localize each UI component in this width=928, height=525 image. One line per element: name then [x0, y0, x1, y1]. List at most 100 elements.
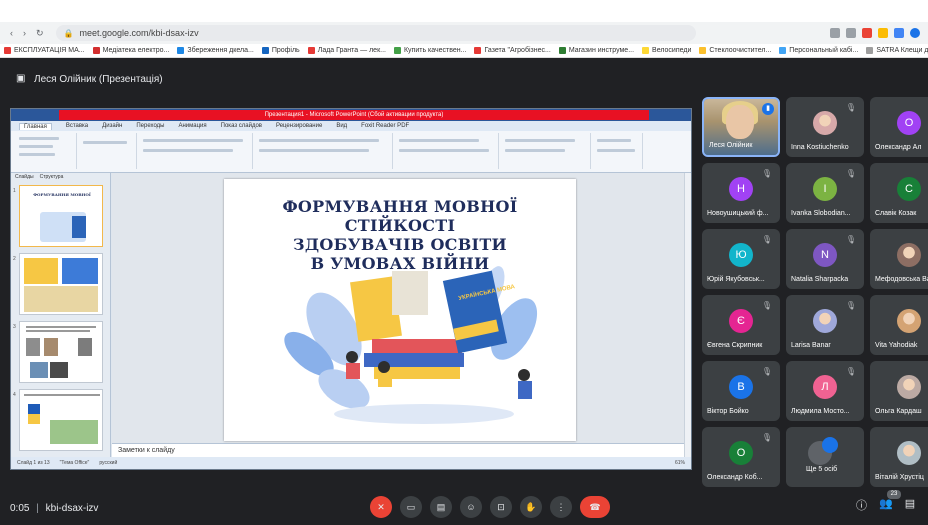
ribbon-tab[interactable]: Вид [336, 123, 347, 129]
panel-tab[interactable]: Слайды [15, 174, 34, 180]
address-bar[interactable]: 🔒 meet.google.com/kbi-dsax-izv [55, 25, 696, 41]
browser-nav: ‹ › ↻ [0, 28, 44, 39]
chat-icon[interactable]: ▤ [905, 497, 915, 513]
reload-icon[interactable]: ↻ [36, 28, 44, 39]
ppt-ribbon [11, 131, 691, 173]
ribbon-tab[interactable]: Главная [19, 122, 52, 130]
mic-muted-icon: 🎙 [761, 301, 772, 310]
ribbon-tab[interactable]: Переходы [136, 123, 164, 129]
bookmark-item[interactable]: Стеклоочистител... [699, 47, 771, 54]
browser-tabstrip [0, 0, 928, 22]
current-slide[interactable]: ФОРМУВАННЯ МОВНОЇ СТІЙКОСТІ ЗДОБУВАЧІВ О… [224, 179, 576, 441]
info-icon[interactable]: ⓘ [856, 497, 867, 513]
participant-tile[interactable]: Віталій Хрустіц [870, 427, 928, 487]
screen: ‹ › ↻ 🔒 meet.google.com/kbi-dsax-izv ЕКС… [0, 0, 928, 525]
bookmark-item[interactable]: Лада Гранта — лек... [307, 47, 386, 54]
bookmark-item[interactable]: Профіль [261, 47, 300, 54]
captions-button[interactable]: ▤ [430, 496, 452, 518]
participant-tile[interactable]: 🎙Vita Yahodiak [870, 295, 928, 355]
panel-tab[interactable]: Структура [40, 174, 64, 180]
vertical-scrollbar[interactable] [684, 173, 691, 457]
mic-muted-icon: 🎙 [845, 235, 856, 244]
ribbon-tab[interactable]: Рецензирование [276, 123, 322, 129]
bookmark-icon [307, 47, 315, 54]
ribbon-tab[interactable]: Вставка [66, 123, 88, 129]
extension-icon[interactable] [878, 28, 888, 38]
mic-muted-icon: 🎙 [761, 235, 772, 244]
emoji-icon: ☺ [466, 502, 476, 512]
participant-tile[interactable]: 🎙 Larisa Banar [786, 295, 864, 355]
present-button[interactable]: ⊡ [490, 496, 512, 518]
clock: 0:05 [10, 503, 30, 514]
participant-tile[interactable]: Ще 5 осіб [786, 427, 864, 487]
participant-tile[interactable]: 🎙 Inna Kostiuchenko [786, 97, 864, 157]
bookmark-item[interactable]: Велосипеди [642, 47, 691, 54]
bookmark-item[interactable]: Збереження дкела... [177, 47, 254, 54]
participant-tile[interactable]: B 🎙 Віктор Бойко [702, 361, 780, 421]
slide-thumbnail[interactable]: 4 [13, 389, 103, 451]
url-text: meet.google.com/kbi-dsax-izv [79, 28, 199, 38]
bookmark-icon [92, 47, 100, 54]
participant-tile[interactable]: ▮ Леся Олійник [702, 97, 780, 157]
avatar: B [729, 375, 753, 399]
participant-tile[interactable]: C🎙Славік Козак [870, 163, 928, 223]
bookmark-label: Медіатека електро... [102, 47, 170, 54]
forward-icon[interactable]: › [23, 28, 26, 39]
participant-tile[interactable]: Л 🎙 Людмила Мосто... [786, 361, 864, 421]
participant-tile[interactable]: I 🎙 Ivanka Slobodian... [786, 163, 864, 223]
extensions [830, 28, 928, 38]
extension-icon[interactable] [846, 28, 856, 38]
zoom-level[interactable]: 61% [675, 460, 685, 466]
extension-icon[interactable] [894, 28, 904, 38]
participant-name: Віктор Бойко [707, 408, 749, 415]
slide-thumbnail[interactable]: 2 [13, 253, 103, 315]
participant-tile[interactable]: Є 🎙 Євгена Скрипник [702, 295, 780, 355]
bookmark-label: Газета "Агробізнес... [484, 47, 551, 54]
ribbon-tab[interactable]: Дизайн [102, 123, 122, 129]
ribbon-tab[interactable]: Показ слайдов [221, 123, 262, 129]
avatar: Л [813, 375, 837, 399]
bookmark-icon [4, 47, 11, 54]
participant-tile[interactable]: O 🎙 Олександр Коб... [702, 427, 780, 487]
avatar: O [897, 111, 921, 135]
thumbnail-number: 3 [13, 324, 16, 330]
participant-tile[interactable]: 🎙Ольга Кардаш [870, 361, 928, 421]
ribbon-tab[interactable]: Анимация [178, 123, 206, 129]
avatar: H [729, 177, 753, 201]
people-icon[interactable]: 👥 [879, 497, 893, 513]
participant-name: Natalia Sharpacka [791, 276, 849, 283]
bookmark-item[interactable]: SATRA Клещи для... [866, 47, 928, 54]
bookmark-item[interactable]: Медіатека електро... [92, 47, 170, 54]
ribbon-tab[interactable]: Foxit Reader PDF [361, 123, 409, 129]
participant-name: Людмила Мосто... [791, 408, 850, 415]
slide-illustration: УКРАЇНСЬКА МОВА [284, 266, 538, 424]
profile-icon[interactable] [910, 28, 920, 38]
present-icon: ▣ [16, 73, 26, 84]
bookmark-item[interactable]: Магазин инструме... [558, 47, 634, 54]
emoji-button[interactable]: ☺ [460, 496, 482, 518]
avatar [813, 309, 837, 333]
mic-off-button[interactable]: ✕ [370, 496, 392, 518]
participant-tile[interactable]: N 🎙 Natalia Sharpacka [786, 229, 864, 289]
avatar [897, 243, 921, 267]
slide-thumbnail[interactable]: 3 [13, 321, 103, 383]
bookmark-item[interactable]: ЕКСПЛУАТАЦІЯ МА... [4, 47, 85, 54]
bookmark-item[interactable]: Газета "Агробізнес... [474, 47, 551, 54]
bookmark-item[interactable]: Персональный кабі... [779, 47, 858, 54]
raise-hand-button[interactable]: ✋ [520, 496, 542, 518]
notes-pane[interactable]: Заметки к слайду [112, 443, 684, 457]
bookmark-item[interactable]: Купить качествен... [393, 47, 466, 54]
end-call-button[interactable]: ☎ [580, 496, 610, 518]
participant-tile[interactable]: O🎙Олександр Ал [870, 97, 928, 157]
extension-icon[interactable] [862, 28, 872, 38]
more-options-button[interactable]: ⋮ [550, 496, 572, 518]
bookmark-icon [642, 47, 650, 54]
slide-thumbnail[interactable]: 1 ФОРМУВАННЯ МОВНОЇ [13, 185, 103, 247]
camera-button[interactable]: ▭ [400, 496, 422, 518]
participant-tile[interactable]: Ю 🎙 Юрій Якубовськ... [702, 229, 780, 289]
participant-tile[interactable]: H 🎙 Новоушицький ф... [702, 163, 780, 223]
back-icon[interactable]: ‹ [10, 28, 13, 39]
participant-tile[interactable]: 🎙Мефодовська Ва [870, 229, 928, 289]
call-controls: ✕ ▭ ▤ ☺ ⊡ ✋ ⋮ ☎ [370, 496, 610, 518]
extension-icon[interactable] [830, 28, 840, 38]
